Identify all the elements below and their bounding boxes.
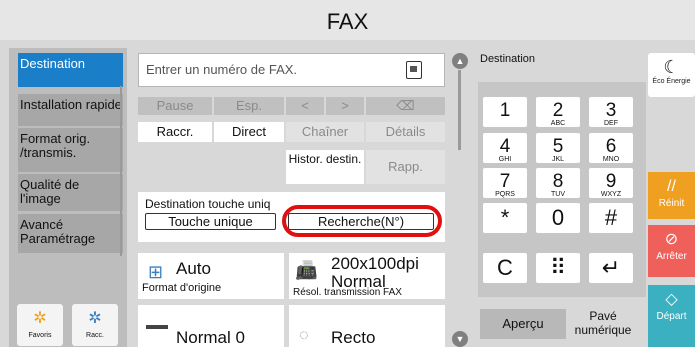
- espace-button[interactable]: Esp.: [214, 97, 284, 115]
- key-clear[interactable]: C: [483, 253, 527, 283]
- left-menu: Destination Installation rapide Format o…: [9, 48, 127, 347]
- numeric-keypad: 1 2 ABC 3 DEF 4 GHI 5 JKL 6 MNO 7 PQRS 8 TUV 9W…: [478, 82, 646, 297]
- chainer-button[interactable]: Chaîner: [286, 122, 364, 142]
- historique-destination-button[interactable]: Histor. destin.: [286, 150, 364, 184]
- key-dialpad[interactable]: ⠿: [536, 253, 580, 283]
- key-0[interactable]: 0: [536, 203, 580, 233]
- recto-value: Recto: [331, 328, 376, 347]
- touche-unique-button[interactable]: Touche unique: [145, 213, 276, 230]
- screen-title: FAX: [0, 0, 695, 40]
- raccourci-label: Racc.: [86, 332, 104, 339]
- menu-item-format-orig[interactable]: Format orig. /transmis.: [18, 128, 123, 172]
- menu-item-qualite-image[interactable]: Qualité de l'image: [18, 174, 123, 211]
- document-icon: ⊞: [148, 262, 164, 282]
- depart-label: Départ: [656, 311, 687, 322]
- pause-button[interactable]: Pause: [138, 97, 212, 115]
- cursor-left-button[interactable]: <: [286, 97, 324, 115]
- key-9[interactable]: 9 WXYZ: [589, 168, 633, 198]
- menu-divider: [120, 86, 122, 256]
- key-enter[interactable]: ↵: [589, 253, 633, 283]
- fax-number-input[interactable]: Entrer un numéro de FAX.: [138, 53, 445, 87]
- key-6[interactable]: 6 MNO: [589, 133, 633, 163]
- menu-item-destination[interactable]: Destination: [18, 53, 123, 87]
- highlight-oval: [282, 205, 442, 237]
- key-8[interactable]: 8 TUV: [536, 168, 580, 198]
- resolution-fax-card[interactable]: 📠 200x100dpi Normal Résol. transmission …: [289, 253, 445, 299]
- resolution-label: Résol. transmission FAX: [293, 287, 402, 298]
- scrollbar[interactable]: [458, 70, 461, 150]
- keypad-destination-label: Destination: [480, 53, 536, 65]
- cursor-right-button[interactable]: >: [326, 97, 364, 115]
- moon-icon: ☾: [663, 57, 680, 77]
- apercu-button[interactable]: Aperçu: [480, 309, 566, 339]
- destination-touche-unique-label: Destination touche uniq: [145, 197, 271, 211]
- star-icon: ✲: [88, 310, 102, 327]
- key-4[interactable]: 4 GHI: [483, 133, 527, 163]
- key-5[interactable]: 5 JKL: [536, 133, 580, 163]
- arreter-label: Arrêter: [656, 251, 687, 262]
- star-icon: ✲: [33, 310, 47, 327]
- scroll-up-button[interactable]: ▲: [452, 53, 468, 69]
- resolution-value: 200x100dpi Normal: [331, 254, 419, 291]
- scroll-down-button[interactable]: ▼: [452, 331, 468, 347]
- fax-input-placeholder: Entrer un numéro de FAX.: [146, 62, 298, 77]
- format-origine-card[interactable]: ⊞ Auto Format d'origine: [138, 253, 284, 299]
- format-origine-label: Format d'origine: [142, 282, 222, 294]
- raccrocher-button[interactable]: Raccr.: [138, 122, 212, 142]
- key-star[interactable]: *: [483, 203, 527, 233]
- rappel-button[interactable]: Rapp.: [366, 150, 445, 184]
- format-origine-value: Auto: [176, 259, 211, 278]
- densite-value: Normal 0: [176, 328, 245, 347]
- key-hash[interactable]: #: [589, 203, 633, 233]
- recto-verso-card[interactable]: ◌ Recto: [289, 305, 445, 347]
- stop-icon: ⊘: [664, 231, 679, 248]
- backspace-button[interactable]: ⌫: [366, 97, 445, 115]
- key-2[interactable]: 2 ABC: [536, 97, 580, 127]
- raccourci-button[interactable]: ✲ Racc.: [72, 304, 118, 346]
- densite-card[interactable]: Normal 0: [138, 305, 284, 347]
- reset-icon: //: [667, 178, 676, 195]
- direct-button[interactable]: Direct: [214, 122, 284, 142]
- key-7[interactable]: 7 PQRS: [483, 168, 527, 198]
- details-button[interactable]: Détails: [366, 122, 445, 142]
- density-icon: [146, 325, 168, 329]
- menu-item-installation-rapide[interactable]: Installation rapide: [18, 94, 123, 126]
- arreter-button[interactable]: ⊘ Arrêter: [648, 225, 695, 277]
- dialpad-icon: ⠿: [549, 255, 567, 280]
- favoris-button[interactable]: ✲ Favoris: [17, 304, 63, 346]
- reinit-label: Réinit: [658, 198, 685, 209]
- depart-button[interactable]: ◇ Départ: [648, 285, 695, 347]
- duplex-icon: ◌: [299, 327, 309, 344]
- menu-item-avance-parametrage[interactable]: Avancé Paramétrage: [18, 214, 123, 253]
- key-3[interactable]: 3 DEF: [589, 97, 633, 127]
- key-1[interactable]: 1: [483, 97, 527, 127]
- reinit-button[interactable]: // Réinit: [648, 172, 695, 219]
- address-book-icon[interactable]: [406, 61, 422, 79]
- enter-icon: ↵: [601, 255, 621, 280]
- fax-resolution-icon: 📠: [295, 260, 318, 280]
- pave-numerique-button[interactable]: Pavé numérique: [565, 309, 641, 339]
- eco-energie-label: Éco Énergie: [652, 78, 691, 85]
- favoris-label: Favoris: [28, 332, 52, 339]
- eco-energie-button[interactable]: ☾ Éco Énergie: [648, 53, 695, 97]
- start-icon: ◇: [665, 291, 678, 308]
